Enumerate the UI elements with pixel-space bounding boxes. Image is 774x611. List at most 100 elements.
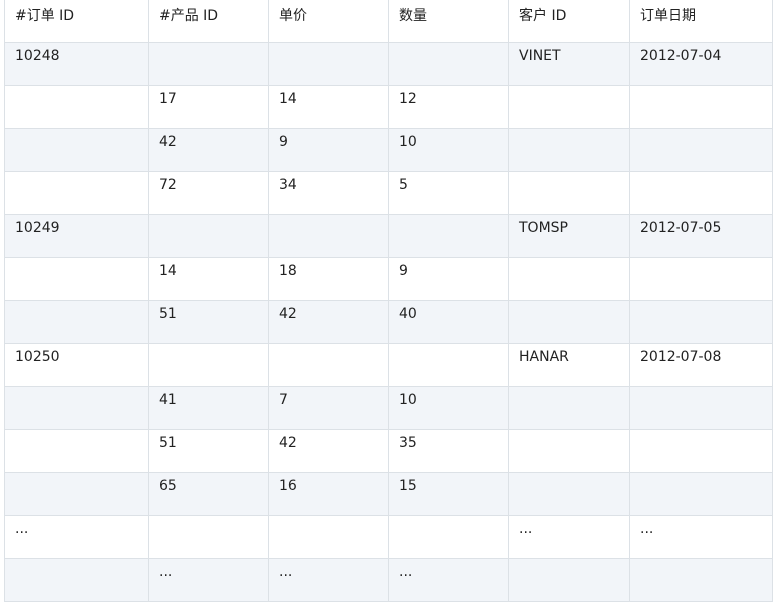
product-id-cell: 51 (148, 299, 269, 344)
unit-price-cell: 16 (268, 471, 389, 516)
order-id-cell (4, 385, 149, 430)
unit-price-cell: ... (268, 557, 389, 602)
header-order-id: #订单 ID (4, 0, 149, 43)
order-id-cell: ... (4, 514, 149, 559)
customer-id-cell (508, 127, 630, 172)
unit-price-cell: 18 (268, 256, 389, 301)
table-container: #订单 ID #产品 ID 单价 数量 客户 ID 订单日期 10248 VINE… (0, 0, 774, 611)
customer-id-cell: ... (508, 514, 630, 559)
order-date-cell (629, 299, 773, 344)
customer-id-cell (508, 299, 630, 344)
order-date-cell: 2012-07-05 (629, 213, 773, 258)
table-row: 17 14 12 (4, 84, 773, 129)
order-id-cell (4, 256, 149, 301)
quantity-cell: 12 (388, 84, 509, 129)
customer-id-cell (508, 557, 630, 602)
quantity-cell (388, 342, 509, 387)
order-date-cell: 2012-07-08 (629, 342, 773, 387)
header-product-id: #产品 ID (148, 0, 269, 43)
customer-id-cell: VINET (508, 41, 630, 86)
table-body: 10248 VINET 2012-07-04 17 14 12 42 9 10 72 34 5 1024… (4, 41, 773, 602)
customer-id-cell (508, 256, 630, 301)
table-row: 10249 TOMSP 2012-07-05 (4, 213, 773, 258)
order-id-cell (4, 84, 149, 129)
quantity-cell: 5 (388, 170, 509, 215)
unit-price-cell (268, 342, 389, 387)
header-quantity: 数量 (388, 0, 509, 43)
customer-id-cell (508, 385, 630, 430)
product-id-cell: 41 (148, 385, 269, 430)
order-id-cell (4, 299, 149, 344)
unit-price-cell: 42 (268, 299, 389, 344)
table-row: ......... (4, 557, 773, 602)
quantity-cell: 9 (388, 256, 509, 301)
order-date-cell (629, 170, 773, 215)
table-row: 51 42 35 (4, 428, 773, 473)
order-date-cell (629, 557, 773, 602)
order-id-cell (4, 471, 149, 516)
quantity-cell (388, 41, 509, 86)
order-date-cell (629, 385, 773, 430)
order-id-cell (4, 557, 149, 602)
order-table: #订单 ID #产品 ID 单价 数量 客户 ID 订单日期 10248 VINE… (4, 0, 773, 602)
unit-price-cell: 42 (268, 428, 389, 473)
order-id-cell (4, 428, 149, 473)
order-date-cell (629, 256, 773, 301)
quantity-cell: 10 (388, 127, 509, 172)
quantity-cell: 10 (388, 385, 509, 430)
header-customer-id: 客户 ID (508, 0, 630, 43)
order-date-cell: 2012-07-04 (629, 41, 773, 86)
table-row: 10250 HANAR 2012-07-08 (4, 342, 773, 387)
product-id-cell: ... (148, 557, 269, 602)
order-date-cell (629, 471, 773, 516)
order-date-cell (629, 84, 773, 129)
customer-id-cell (508, 471, 630, 516)
customer-id-cell: HANAR (508, 342, 630, 387)
order-date-cell (629, 428, 773, 473)
unit-price-cell: 34 (268, 170, 389, 215)
quantity-cell: 15 (388, 471, 509, 516)
unit-price-cell: 14 (268, 84, 389, 129)
table-row: 14 18 9 (4, 256, 773, 301)
table-row: 51 42 40 (4, 299, 773, 344)
table-row: ......... (4, 514, 773, 559)
unit-price-cell (268, 213, 389, 258)
header-row: #订单 ID #产品 ID 单价 数量 客户 ID 订单日期 (4, 0, 773, 43)
order-date-cell (629, 127, 773, 172)
product-id-cell (148, 514, 269, 559)
header-order-date: 订单日期 (629, 0, 773, 43)
product-id-cell: 65 (148, 471, 269, 516)
product-id-cell: 51 (148, 428, 269, 473)
table-row: 42 9 10 (4, 127, 773, 172)
quantity-cell (388, 514, 509, 559)
table-row: 41 7 10 (4, 385, 773, 430)
order-id-cell: 10250 (4, 342, 149, 387)
product-id-cell (148, 41, 269, 86)
product-id-cell: 14 (148, 256, 269, 301)
customer-id-cell (508, 428, 630, 473)
order-id-cell (4, 170, 149, 215)
customer-id-cell (508, 84, 630, 129)
quantity-cell: ... (388, 557, 509, 602)
customer-id-cell: TOMSP (508, 213, 630, 258)
table-row: 72 34 5 (4, 170, 773, 215)
order-id-cell (4, 127, 149, 172)
product-id-cell (148, 342, 269, 387)
order-date-cell: ... (629, 514, 773, 559)
unit-price-cell (268, 41, 389, 86)
order-id-cell: 10249 (4, 213, 149, 258)
product-id-cell (148, 213, 269, 258)
unit-price-cell: 9 (268, 127, 389, 172)
table-row: 10248 VINET 2012-07-04 (4, 41, 773, 86)
product-id-cell: 72 (148, 170, 269, 215)
customer-id-cell (508, 170, 630, 215)
table-row: 65 16 15 (4, 471, 773, 516)
quantity-cell (388, 213, 509, 258)
quantity-cell: 40 (388, 299, 509, 344)
quantity-cell: 35 (388, 428, 509, 473)
product-id-cell: 42 (148, 127, 269, 172)
unit-price-cell: 7 (268, 385, 389, 430)
order-id-cell: 10248 (4, 41, 149, 86)
product-id-cell: 17 (148, 84, 269, 129)
unit-price-cell (268, 514, 389, 559)
